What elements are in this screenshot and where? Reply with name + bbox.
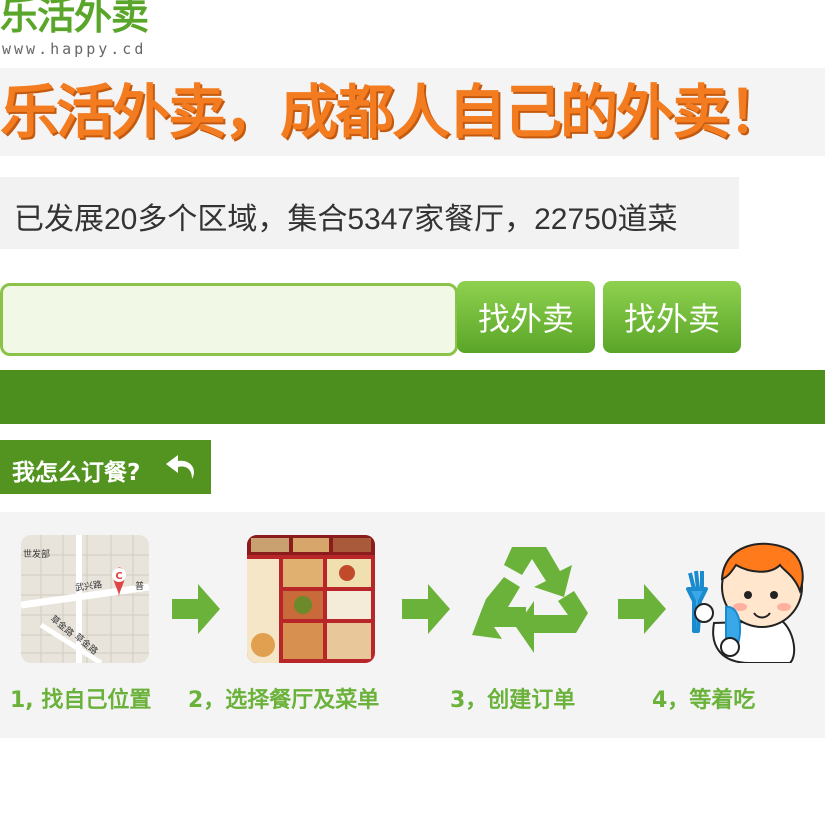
- flow-arrow-icon: [402, 584, 450, 634]
- slogan-text: 乐活外卖，成都人自己的外卖！: [0, 78, 786, 146]
- step-2-label: 2，选择餐厅及菜单: [188, 688, 380, 713]
- map-thumbnail: C 世发部 武兴路 草金路 草金路 普: [21, 535, 149, 663]
- stats-text: 已发展20多个区域，集合5347家餐厅，22750道菜: [14, 203, 678, 236]
- search-button-1[interactable]: 找外卖: [457, 281, 595, 353]
- green-bar: [0, 370, 825, 424]
- search-input[interactable]: [0, 283, 458, 356]
- svg-text:C: C: [115, 571, 122, 582]
- step-3-label: 3，创建订单: [450, 688, 576, 713]
- return-arrow-icon: [166, 455, 195, 479]
- search-button-2[interactable]: 找外卖: [603, 281, 741, 353]
- slogan-banner: 乐活外卖，成都人自己的外卖！: [0, 68, 825, 156]
- how-to-order-tab: 我怎么订餐?: [0, 440, 211, 494]
- step-1-label: 1, 找自己位置: [10, 688, 152, 713]
- order-steps: C 世发部 武兴路 草金路 草金路 普 1, 找自己位置 2，选择餐厅及菜单 3…: [0, 512, 825, 738]
- stats-box: 已发展20多个区域，集合5347家餐厅，22750道菜: [0, 177, 739, 249]
- map-label: 世发部: [23, 550, 51, 560]
- menu-thumbnail: [247, 535, 375, 663]
- eating-cartoon: [670, 535, 810, 663]
- recycle-icon: [464, 535, 594, 663]
- flow-arrow-icon: [618, 584, 666, 634]
- logo-url: www.happy.cd: [2, 40, 147, 58]
- logo-text: 乐活外卖: [0, 0, 149, 38]
- step-4-label: 4，等着吃: [652, 688, 756, 713]
- site-logo[interactable]: 乐活外卖 www.happy.cd: [0, 0, 165, 62]
- map-label: 普: [135, 582, 145, 592]
- how-to-order-title: 我怎么订餐?: [12, 460, 141, 486]
- flow-arrow-icon: [172, 584, 220, 634]
